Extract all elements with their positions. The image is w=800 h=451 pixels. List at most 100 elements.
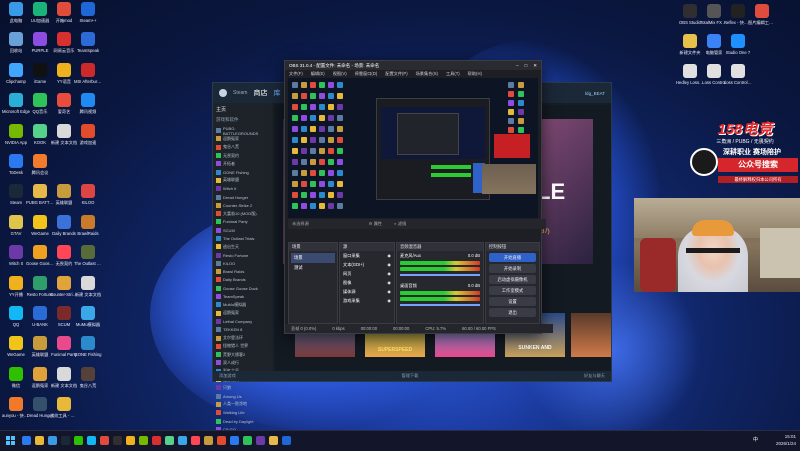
taskbar-app-icon[interactable] [152, 436, 161, 445]
desktop-icon[interactable]: Studio One 7 [724, 34, 752, 55]
obs-menu-item[interactable]: 工具(T) [446, 71, 460, 77]
obs-volume-slider[interactable] [400, 304, 480, 306]
desktop-icon[interactable]: MSI Afterburner [74, 62, 102, 84]
desktop-icon[interactable]: MuMu模拟器 [74, 306, 102, 327]
steam-game-item[interactable]: KILOO [216, 260, 270, 267]
steam-game-item[interactable]: Funimal Party [216, 218, 270, 225]
steam-home-label[interactable]: 主页 [213, 103, 273, 116]
taskbar-app-icon[interactable] [165, 436, 174, 445]
taskbar-app-icon[interactable] [61, 436, 70, 445]
steam-game-item[interactable]: Counter-Strike 2 [216, 202, 270, 209]
taskbar-app-icon[interactable] [178, 436, 187, 445]
taskbar-app-icon[interactable] [113, 436, 122, 445]
obs-source-item[interactable]: 媒体源 ◉ [340, 287, 394, 296]
steam-game-item[interactable]: 怪物猎人 世界 [216, 343, 270, 350]
input-language-indicator[interactable]: 中 [753, 436, 758, 443]
obs-source-item[interactable]: 游戏采集 ◉ [340, 296, 394, 305]
steam-game-item[interactable]: GONE Fishing [216, 168, 270, 175]
steam-nav-store[interactable]: 商店 [253, 88, 267, 98]
taskbar-app-icon[interactable] [35, 436, 44, 445]
steam-manage-downloads[interactable]: 管理下载 [402, 373, 419, 379]
steam-game-item[interactable]: Witch It [216, 185, 270, 192]
taskbar-app-icon[interactable] [204, 436, 213, 445]
steam-game-item[interactable]: 双人成行 [216, 359, 270, 366]
steam-game-item[interactable]: TEKKEN 8 [216, 326, 270, 333]
steam-game-item[interactable]: Goose Goose Duck [216, 285, 270, 292]
taskbar-app-icon[interactable] [48, 436, 57, 445]
obs-control-button[interactable]: 工作室模式 [489, 286, 536, 295]
eye-icon[interactable]: ◉ [387, 298, 391, 304]
eye-icon[interactable]: ◉ [387, 289, 391, 295]
close-icon[interactable]: ✕ [533, 63, 537, 69]
steam-game-item[interactable]: 逃出生天 [216, 243, 270, 250]
minimize-icon[interactable]: – [516, 63, 519, 69]
steam-game-item[interactable]: 大富翁10 (MOD版) [216, 210, 270, 217]
steam-game-item[interactable]: 英雄联盟 [216, 177, 270, 184]
obs-window[interactable]: OBS 31.0.4 - 配置文件: 未命名 - 场景: 未命名 – □ ✕ 文… [284, 60, 553, 334]
steam-thumb[interactable] [571, 313, 611, 357]
steam-game-item[interactable]: Brawl Raids [216, 268, 270, 275]
steam-nav-library[interactable]: 库 [273, 88, 280, 98]
steam-add-game-button[interactable]: 添加游戏 [219, 373, 236, 379]
desktop-icon[interactable]: GONE Fishing [74, 336, 102, 357]
steam-collection-label[interactable]: 游戏和软件 [213, 116, 273, 126]
taskbar-app-icon[interactable] [100, 436, 109, 445]
desktop-icon[interactable]: BrawlRaids [74, 214, 102, 236]
steam-game-item[interactable]: SCUM [216, 227, 270, 234]
taskbar-app-icon[interactable] [256, 436, 265, 445]
eye-icon[interactable]: ◉ [387, 280, 391, 286]
taskbar-app-icon[interactable] [282, 436, 291, 445]
obs-menu-item[interactable]: 停靠窗口(D) [355, 71, 378, 77]
desktop-icon[interactable]: Steam++ [74, 2, 102, 23]
steam-game-item[interactable]: 鬼谷八荒 [216, 144, 270, 151]
taskbar-app-icon[interactable] [74, 436, 83, 445]
desktop-icon[interactable]: KILOO [74, 184, 102, 205]
obs-volume-slider[interactable] [400, 274, 480, 276]
steam-friends-chat-button[interactable]: 好友与聊天 [584, 373, 605, 379]
obs-control-button[interactable]: 开始录制 [489, 264, 536, 273]
taskbar-app-icon[interactable] [126, 436, 135, 445]
steam-game-item[interactable]: PUBG: BATTLEGROUNDS [216, 126, 270, 136]
taskbar-app-icon[interactable] [87, 436, 96, 445]
system-tray-clock[interactable]: 15:01 2026/1/24 [776, 433, 796, 447]
steam-game-item[interactable]: 只狼 [216, 384, 270, 391]
obs-preview[interactable] [288, 78, 538, 218]
obs-menu-item[interactable]: 编辑(E) [311, 71, 325, 77]
obs-filters-button[interactable]: ◐ 滤镜 [394, 221, 406, 227]
obs-source-item[interactable]: 网页 ◉ [340, 269, 394, 278]
obs-control-button[interactable]: 开始直播 [489, 253, 536, 262]
desktop-icon[interactable]: 图片编辑工具箱 - 快捷方式 [748, 4, 776, 25]
taskbar-app-icon[interactable] [230, 436, 239, 445]
obs-properties-button[interactable]: ⚙ 属性 [369, 221, 382, 227]
taskbar-app-icon[interactable] [139, 436, 148, 445]
steam-game-item[interactable]: Daily Brands [216, 276, 270, 283]
steam-username[interactable]: ldg_BEAT [585, 91, 605, 96]
desktop-icon[interactable]: 新建 文本文档 [74, 275, 102, 297]
steam-game-item[interactable]: MuMu模拟器 [216, 301, 270, 308]
eye-icon[interactable]: ◉ [387, 262, 391, 268]
steam-game-item[interactable]: Resto Fortune [216, 251, 270, 258]
obs-control-button[interactable]: 启动虚拟摄像机 [489, 275, 536, 284]
desktop-icon[interactable]: 腾讯视频 [74, 93, 102, 114]
steam-game-item[interactable]: TeamSpeak [216, 293, 270, 300]
obs-menu-item[interactable]: 帮助(H) [468, 71, 482, 77]
steam-game-item[interactable]: Among Us [216, 393, 270, 400]
desktop-icon[interactable]: 战纹工具 - 快捷方式 [50, 397, 78, 418]
taskbar-app-icon[interactable] [191, 436, 200, 445]
maximize-icon[interactable]: □ [525, 63, 528, 69]
steam-game-item[interactable]: Lethal Company [216, 318, 270, 325]
obs-scene-item[interactable]: 测试 [291, 263, 335, 273]
obs-control-button[interactable]: 退出 [489, 308, 536, 317]
steam-game-item[interactable]: 荒野大镖客2 [216, 351, 270, 358]
obs-source-item[interactable]: 文本(GDI+) ◉ [340, 260, 394, 269]
desktop-icon[interactable]: 鬼谷八荒 [74, 366, 102, 388]
eye-icon[interactable]: ◉ [387, 253, 391, 259]
obs-control-button[interactable]: 设置 [489, 297, 536, 306]
steam-game-item[interactable]: 逗鹅冤家 [216, 135, 270, 142]
taskbar-app-icon[interactable] [217, 436, 226, 445]
obs-menu-item[interactable]: 文件(F) [289, 71, 303, 77]
steam-game-item[interactable]: 人类一败涂地 [216, 401, 270, 408]
obs-menu-item[interactable]: 配置文件(P) [385, 71, 407, 77]
obs-menu-item[interactable]: 视图(V) [333, 71, 347, 77]
obs-scene-item[interactable]: 场景 [291, 253, 335, 263]
